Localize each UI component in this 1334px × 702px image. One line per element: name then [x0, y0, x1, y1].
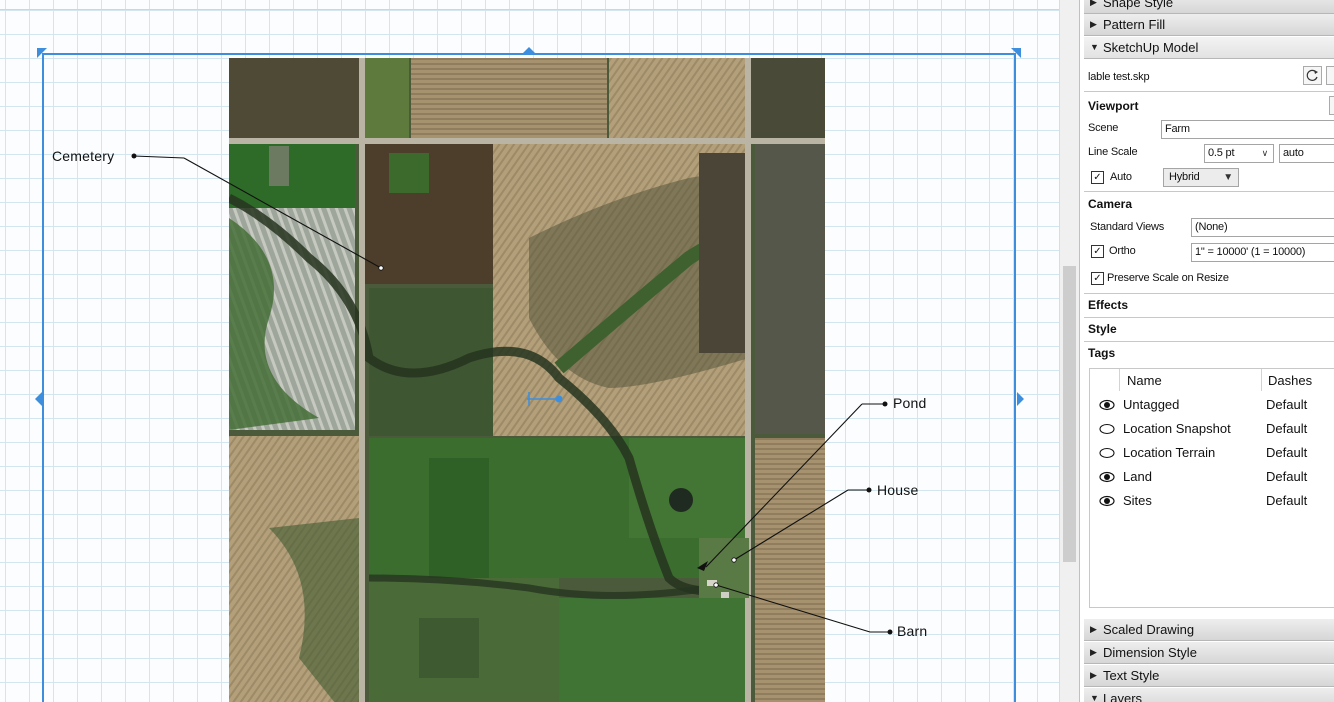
tag-row-sites[interactable]: Sites Default: [1090, 489, 1334, 513]
divider: [1084, 293, 1334, 294]
viewport-selection-frame[interactable]: [42, 53, 1016, 702]
collapse-arrow-icon: ▼: [1090, 42, 1099, 52]
label-house[interactable]: House: [877, 482, 918, 498]
expand-arrow-icon: ▶: [1090, 0, 1097, 7]
tags-table: Name Dashes Untagged Default Location Sn…: [1089, 368, 1334, 608]
preserve-scale-checkbox[interactable]: ✓: [1091, 272, 1104, 285]
resize-handle-top-right[interactable]: [1011, 48, 1021, 58]
expand-arrow-icon: ▶: [1090, 647, 1097, 657]
page-edge: [0, 9, 1059, 10]
chevron-down-icon: ∨: [1261, 148, 1269, 158]
scene-dropdown[interactable]: Farm: [1161, 120, 1334, 139]
resize-handle-top-left[interactable]: [37, 48, 47, 58]
effects-heading[interactable]: Effects: [1088, 298, 1128, 312]
eye-visible-icon[interactable]: [1099, 495, 1115, 507]
panel-pattern-fill[interactable]: ▶ Pattern Fill: [1084, 14, 1334, 36]
resize-handle-right[interactable]: [1017, 392, 1024, 406]
expand-arrow-icon: ▶: [1090, 19, 1097, 29]
standard-views-label: Standard Views: [1090, 221, 1165, 233]
scene-label: Scene: [1088, 122, 1119, 134]
default-tray: ▶ Shape Style ▶ Pattern Fill ▼ SketchUp …: [1079, 0, 1334, 702]
expand-arrow-icon: ▶: [1090, 670, 1097, 680]
expand-arrow-icon: ▶: [1090, 624, 1097, 634]
divider: [1084, 317, 1334, 318]
line-scale-auto-field[interactable]: auto: [1279, 144, 1334, 163]
tags-column-name[interactable]: Name: [1127, 373, 1162, 388]
line-scale-dropdown[interactable]: 0.5 pt ∨: [1204, 144, 1274, 163]
tag-row-location-snapshot[interactable]: Location Snapshot Default: [1090, 417, 1334, 441]
auto-label: Auto: [1110, 171, 1132, 183]
refresh-icon[interactable]: [1303, 66, 1322, 85]
dropdown-triangle-icon: ▼: [1223, 172, 1233, 183]
tags-heading: Tags: [1088, 346, 1116, 360]
preserve-scale-label: Preserve Scale on Resize: [1107, 272, 1229, 284]
resize-handle-left[interactable]: [35, 392, 42, 406]
tags-column-dashes[interactable]: Dashes: [1268, 373, 1312, 388]
column-divider: [1261, 369, 1262, 391]
panel-shape-style[interactable]: ▶ Shape Style: [1084, 0, 1334, 14]
tag-row-untagged[interactable]: Untagged Default: [1090, 393, 1334, 417]
viewport-heading: Viewport: [1088, 99, 1139, 113]
eye-hidden-icon[interactable]: [1099, 423, 1115, 435]
document-canvas[interactable]: Cemetery Pond House Barn: [0, 0, 1059, 702]
ortho-checkbox[interactable]: ✓: [1091, 245, 1104, 258]
panel-dimension-style[interactable]: ▶ Dimension Style: [1084, 642, 1334, 664]
label-barn[interactable]: Barn: [897, 623, 927, 639]
eye-visible-icon[interactable]: [1099, 471, 1115, 483]
column-divider: [1119, 369, 1120, 391]
render-mode-dropdown[interactable]: Hybrid ▼: [1163, 168, 1239, 187]
resize-handle-top[interactable]: [523, 47, 535, 53]
camera-heading: Camera: [1088, 197, 1133, 211]
divider: [1084, 191, 1334, 192]
panel-layers[interactable]: ▼ Layers: [1084, 688, 1334, 702]
auto-checkbox[interactable]: ✓: [1091, 171, 1104, 184]
move-handle-icon[interactable]: [519, 389, 565, 409]
vertical-scrollbar-thumb[interactable]: [1063, 266, 1076, 562]
viewport-options-icon[interactable]: [1329, 96, 1334, 115]
eye-hidden-icon[interactable]: [1099, 447, 1115, 459]
model-filename: lable test.skp: [1088, 71, 1150, 83]
standard-views-dropdown[interactable]: (None): [1191, 218, 1334, 237]
divider: [1084, 341, 1334, 342]
tag-row-land[interactable]: Land Default: [1090, 465, 1334, 489]
label-pond[interactable]: Pond: [893, 395, 927, 411]
tag-row-location-terrain[interactable]: Location Terrain Default: [1090, 441, 1334, 465]
panel-sketchup-model[interactable]: ▼ SketchUp Model: [1084, 37, 1334, 59]
label-cemetery[interactable]: Cemetery: [52, 148, 114, 164]
divider: [1084, 91, 1334, 92]
panel-scaled-drawing[interactable]: ▶ Scaled Drawing: [1084, 619, 1334, 641]
ortho-label: Ortho: [1109, 245, 1136, 257]
panel-text-style[interactable]: ▶ Text Style: [1084, 665, 1334, 687]
eye-visible-icon[interactable]: [1099, 399, 1115, 411]
vertical-scrollbar[interactable]: [1059, 0, 1079, 702]
model-settings-icon[interactable]: [1326, 66, 1334, 85]
style-heading[interactable]: Style: [1088, 322, 1117, 336]
line-scale-label: Line Scale: [1088, 146, 1138, 158]
ortho-scale-dropdown[interactable]: 1" = 10000' (1 = 10000): [1191, 243, 1334, 262]
collapse-arrow-icon: ▼: [1090, 693, 1099, 702]
